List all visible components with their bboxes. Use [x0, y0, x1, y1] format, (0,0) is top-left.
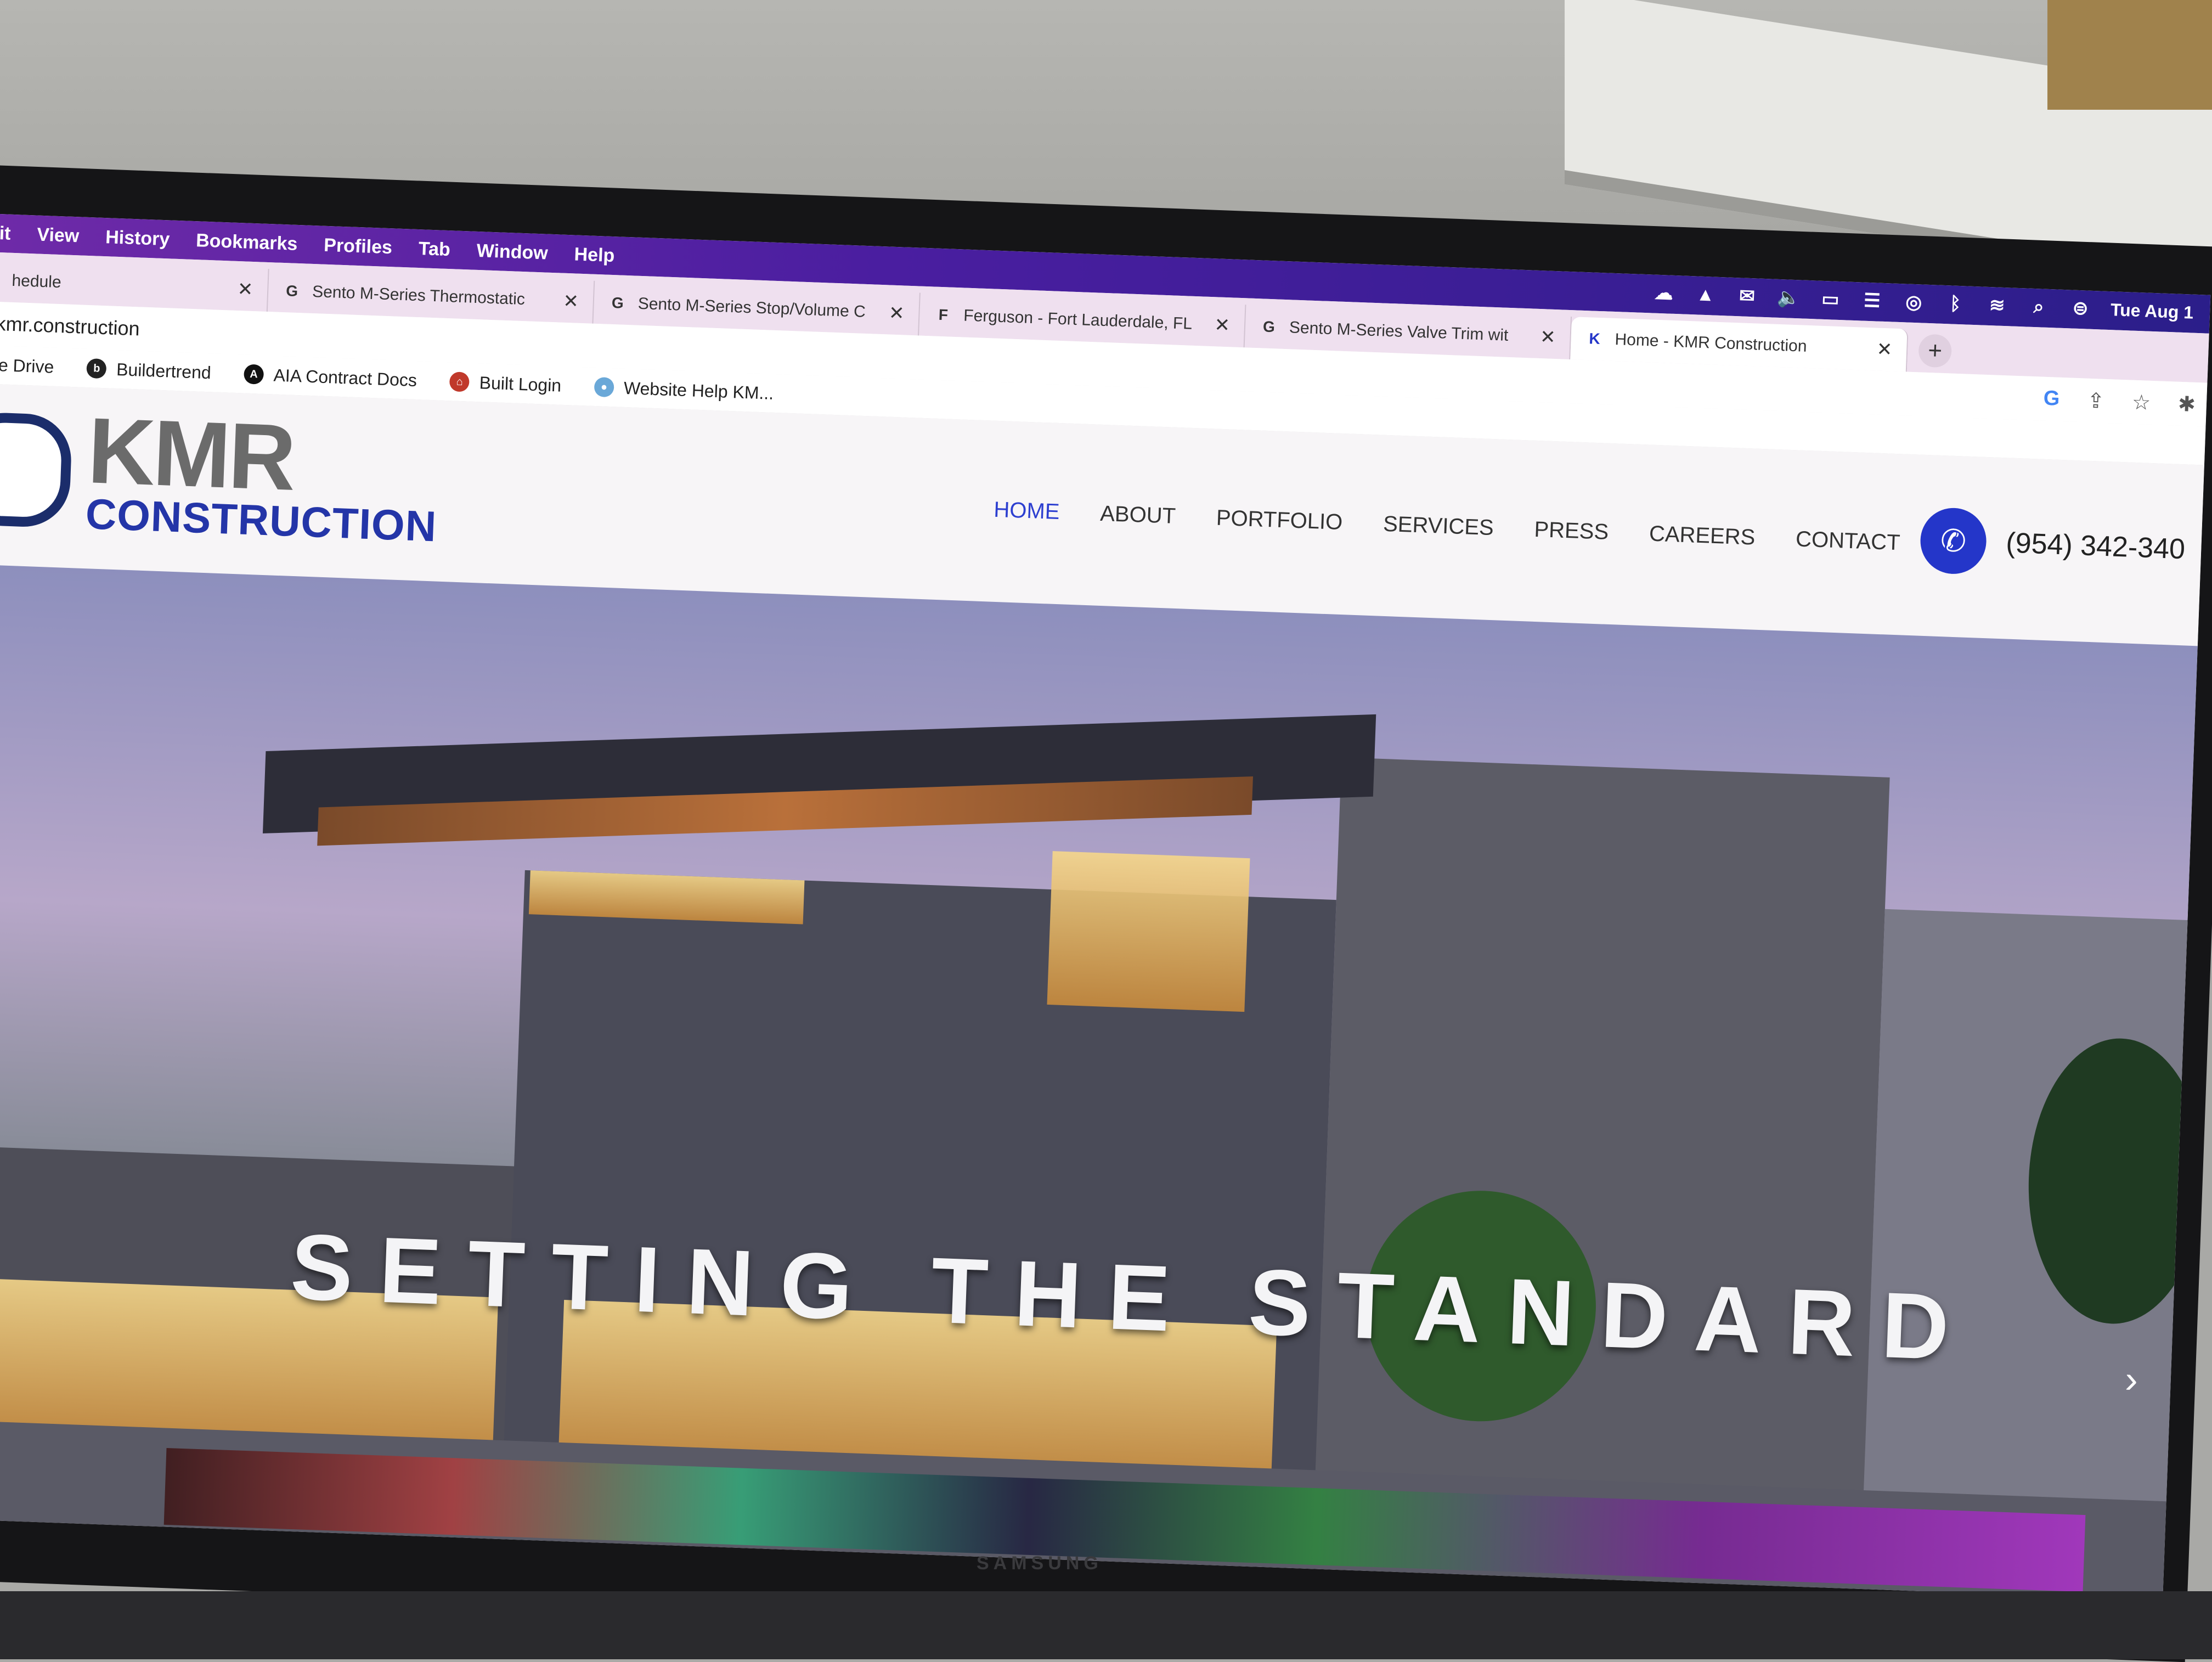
address-actions: G ⇪ ☆ ✱: [2043, 386, 2196, 416]
menu-profiles[interactable]: Profiles: [324, 234, 393, 258]
bookmark-built[interactable]: ⌂ Built Login: [449, 371, 562, 396]
drive-icon[interactable]: ▲: [1694, 283, 1718, 307]
close-tab-icon[interactable]: ✕: [877, 302, 905, 325]
corkboard: [2047, 0, 2212, 110]
wifi-icon[interactable]: ≋: [1985, 294, 2009, 318]
aia-icon: A: [243, 364, 264, 385]
airdrop-icon[interactable]: ◎: [1902, 290, 1926, 314]
logo-emblem-icon: [0, 411, 73, 528]
spotlight-icon[interactable]: ⌕: [2027, 295, 2051, 319]
control-icon[interactable]: ☰: [1860, 289, 1884, 313]
close-tab-icon[interactable]: ✕: [1203, 314, 1231, 337]
url-field[interactable]: kmr.construction: [0, 312, 140, 341]
bookmark-buildertrend[interactable]: b Buildertrend: [86, 358, 212, 383]
hero-banner: SETTING THE STANDARD ›: [0, 565, 2198, 1601]
hero-building-block: [1313, 757, 1890, 1545]
bluetooth-icon[interactable]: ᛒ: [1944, 292, 1968, 316]
tab-label: Home - KMR Construction: [1614, 330, 1808, 356]
close-tab-icon[interactable]: ✕: [226, 278, 253, 301]
creative-cloud-icon[interactable]: ☁: [1652, 281, 1676, 305]
google-icon[interactable]: G: [2043, 386, 2060, 412]
nav-careers[interactable]: CAREERS: [1649, 522, 1756, 550]
control-center-icon[interactable]: ⊜: [2068, 296, 2092, 320]
nav-press[interactable]: PRESS: [1534, 517, 1609, 545]
close-tab-icon[interactable]: ✕: [552, 290, 579, 313]
bookmark-star-icon[interactable]: ☆: [2131, 390, 2151, 415]
phone-number[interactable]: (954) 342-340: [2005, 526, 2186, 566]
bookmark-label: Built Login: [479, 372, 562, 396]
tab-favicon-icon: G: [1262, 318, 1276, 336]
bookmark-label: Website Help KM...: [623, 378, 774, 403]
menu-history[interactable]: History: [105, 227, 170, 250]
menu-help[interactable]: Help: [574, 244, 615, 267]
menu-edit[interactable]: it: [0, 222, 11, 244]
logo-kmr-text: KMR: [86, 398, 296, 510]
logo-construction-text: CONSTRUCTION: [84, 489, 438, 551]
tab-favicon-icon: K: [1588, 330, 1601, 348]
buildertrend-icon: b: [86, 358, 107, 379]
monitor-brand: SAMSUNG: [977, 1553, 1103, 1574]
desk-area: [0, 1591, 2212, 1659]
hero-window: [1047, 851, 1250, 1012]
close-tab-icon[interactable]: ✕: [1865, 338, 1893, 361]
built-icon: ⌂: [449, 371, 470, 392]
extensions-icon[interactable]: ✱: [2177, 391, 2196, 416]
volume-icon[interactable]: 🔈: [1777, 286, 1801, 310]
menu-view[interactable]: View: [37, 224, 80, 247]
main-nav: HOME ABOUT PORTFOLIO SERVICES PRESS CARE…: [994, 498, 1901, 556]
nav-about[interactable]: ABOUT: [1100, 502, 1176, 529]
bookmark-label: Buildertrend: [116, 359, 212, 382]
nav-services[interactable]: SERVICES: [1383, 512, 1494, 540]
tab-label: Sento M-Series Valve Trim wit: [1289, 318, 1509, 345]
tab-label: Ferguson - Fort Lauderdale, FL: [963, 306, 1193, 333]
nav-contact[interactable]: CONTACT: [1795, 527, 1900, 555]
kmr-logo[interactable]: KMR CONSTRUCTION: [0, 398, 441, 551]
tab-label: hedule: [11, 271, 62, 292]
website-help-icon: ●: [594, 376, 614, 398]
tab-label: Sento M-Series Thermostatic: [312, 282, 526, 309]
bookmark-label: le Drive: [0, 354, 54, 377]
monitor-screen: it View History Bookmarks Profiles Tab W…: [0, 214, 2211, 1601]
new-tab-button[interactable]: +: [1918, 334, 1953, 368]
share-icon[interactable]: ⇪: [2087, 388, 2105, 413]
menu-tab[interactable]: Tab: [418, 238, 450, 261]
display-icon[interactable]: ▭: [1819, 288, 1843, 312]
tab-favicon-icon: G: [611, 294, 624, 312]
menubar-clock[interactable]: Tue Aug 1: [2110, 300, 2193, 323]
phone-contact[interactable]: ✆ (954) 342-340: [1919, 506, 2186, 583]
menu-window[interactable]: Window: [476, 240, 548, 264]
bookmark-website-help[interactable]: ● Website Help KM...: [594, 376, 774, 403]
tab-favicon-icon: G: [285, 282, 298, 300]
outlook-icon[interactable]: ✉: [1735, 284, 1759, 308]
chevron-right-icon[interactable]: ›: [2124, 1357, 2138, 1401]
menu-bookmarks[interactable]: Bookmarks: [196, 230, 298, 255]
tab-label: Sento M-Series Stop/Volume C: [637, 294, 866, 321]
nav-home[interactable]: HOME: [994, 498, 1060, 525]
bookmark-label: AIA Contract Docs: [273, 364, 417, 390]
close-tab-icon[interactable]: ✕: [1528, 325, 1556, 348]
tab-favicon-icon: F: [938, 306, 949, 324]
bookmark-drive[interactable]: le Drive: [0, 354, 54, 377]
phone-icon[interactable]: ✆: [1919, 506, 1988, 576]
bookmark-aia[interactable]: A AIA Contract Docs: [243, 364, 417, 391]
nav-portfolio[interactable]: PORTFOLIO: [1216, 506, 1343, 535]
